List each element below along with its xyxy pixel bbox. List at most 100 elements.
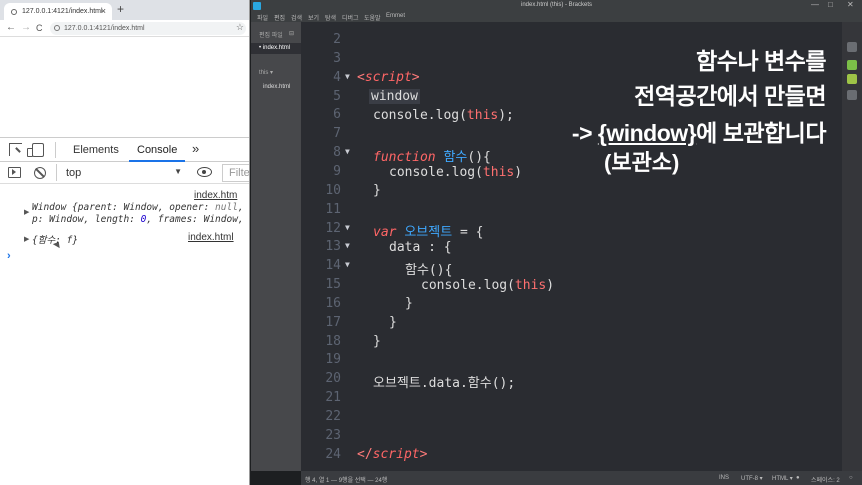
gutter-line: 22: [301, 409, 842, 428]
info-icon[interactable]: [54, 25, 60, 31]
sidebar: 편집 파일 ⊟ • index.html this ▾ index.html: [251, 22, 301, 471]
console-prompt[interactable]: ›: [7, 250, 11, 262]
divider: [55, 142, 56, 158]
tab-title: 127.0.0.1:4121/index.html: [22, 8, 103, 15]
menu-file[interactable]: 파일: [257, 13, 268, 22]
screen: 127.0.0.1:4121/index.html × + ← → C 127.…: [0, 0, 862, 485]
line-number: 21: [325, 390, 341, 406]
live-expression-eye-icon[interactable]: [197, 167, 212, 177]
console-output: index.htm ▶ Window {parent: Window, open…: [0, 184, 249, 304]
source-link[interactable]: index.html: [188, 232, 234, 243]
menu-help[interactable]: 도움말: [364, 13, 381, 22]
console-log-object[interactable]: {함수: f}: [32, 232, 78, 246]
more-tabs-button[interactable]: »: [192, 141, 199, 156]
show-sidebar-icon[interactable]: [8, 167, 21, 178]
code-line-10: }: [373, 183, 381, 198]
browser-tab[interactable]: 127.0.0.1:4121/index.html ×: [4, 3, 112, 20]
line-number: 7: [333, 126, 341, 142]
console-log-window[interactable]: Window {parent: Window, opener: null,: [32, 202, 244, 213]
working-file-item[interactable]: • index.html: [251, 43, 301, 54]
code-line-24: </script>: [357, 447, 428, 462]
code-line-16: }: [405, 296, 413, 311]
context-select[interactable]: top ▼: [56, 164, 186, 181]
expand-triangle-icon[interactable]: ▶: [24, 208, 29, 216]
minimize-button[interactable]: —: [811, 0, 819, 9]
new-tab-button[interactable]: +: [117, 2, 124, 16]
split-view-icon[interactable]: ⊟: [289, 30, 294, 37]
filter-input[interactable]: Filte: [222, 164, 249, 182]
line-number: 11: [325, 201, 341, 217]
devtools-tabbar: Elements Console »: [0, 138, 249, 162]
cursor-position: 행 4, 열 1 — 9행을 선택 — 24행: [305, 478, 388, 484]
project-file-item[interactable]: index.html: [263, 84, 290, 90]
forward-icon[interactable]: →: [21, 22, 31, 33]
overlay-line-4: (보관소): [604, 150, 680, 175]
line-number: 2: [333, 32, 341, 47]
working-files-label: 편집 파일: [259, 33, 283, 39]
extension-manager-icon[interactable]: [847, 60, 857, 70]
code-line-17: }: [389, 315, 397, 330]
code-line-8: function 함수(){: [373, 150, 491, 165]
insert-mode[interactable]: INS: [719, 475, 729, 481]
indent-setting[interactable]: 스페이스: 2: [811, 475, 840, 484]
overlay-line-3: -> {window}에 보관합니다: [571, 120, 827, 146]
globe-icon: [11, 9, 17, 15]
gutter-line: 23: [301, 428, 842, 447]
caret-down-icon: ▼: [174, 167, 182, 176]
console-log-window-cont: p: Window, length: 0, frames: Window,: [32, 214, 244, 225]
encoding-select[interactable]: UTF-8 ▾: [741, 475, 763, 482]
menu-navigate[interactable]: 탐색: [325, 13, 336, 22]
code-line-18: }: [373, 334, 381, 349]
gutter-line: 19: [301, 352, 842, 371]
menu-edit[interactable]: 편집: [274, 13, 285, 22]
status-bar: 행 4, 열 1 — 9행을 선택 — 24행 INS UTF-8 ▾ HTML…: [301, 471, 862, 485]
menu-debug[interactable]: 디버그: [342, 13, 359, 22]
close-tab-icon[interactable]: ×: [101, 6, 106, 16]
devtools-panel: Elements Console » top ▼ Filte index.htm…: [0, 137, 249, 485]
title-bar: index.html (this) - Brackets — □ ✕: [251, 0, 862, 12]
browser-toolbar: ← → C 127.0.0.1:4121/index.html ☆: [0, 20, 249, 37]
bookmark-star-icon[interactable]: ☆: [236, 22, 244, 33]
back-icon[interactable]: ←: [6, 22, 16, 33]
inspect-element-icon[interactable]: [9, 143, 22, 156]
overlay-line-1: 함수나 변수를: [696, 48, 826, 74]
browser-window: 127.0.0.1:4121/index.html × + ← → C 127.…: [0, 0, 250, 485]
line-number: 3: [333, 50, 341, 66]
project-dropdown[interactable]: this ▾: [259, 69, 273, 76]
lint-status-icon: ●: [796, 475, 800, 481]
gutter-line: 11: [301, 202, 842, 221]
extension-icon[interactable]: [847, 74, 857, 84]
tool-icon[interactable]: [847, 90, 857, 100]
code-line-15: console.log(this): [421, 278, 555, 293]
live-preview-icon[interactable]: [847, 42, 857, 52]
window-title: index.html (this) - Brackets: [520, 2, 593, 8]
code-line-14: 함수(){: [405, 263, 453, 278]
menu-bar: 파일 편집 검색 보기 탐색 디버그 도움말 Emmet: [251, 12, 862, 22]
tab-elements[interactable]: Elements: [73, 144, 119, 156]
code-line-12: var 오브젝트 = {: [373, 225, 484, 240]
line-number: 19: [325, 352, 341, 368]
line-number: 22: [325, 409, 341, 424]
language-select[interactable]: HTML ▾: [772, 475, 793, 482]
right-toolbar: [842, 22, 862, 471]
menu-view[interactable]: 보기: [308, 13, 319, 22]
code-line-9: console.log(this): [389, 165, 523, 180]
code-line-20: 오브젝트.data.함수();: [373, 376, 516, 391]
reload-icon[interactable]: C: [36, 23, 43, 33]
console-toolbar: top ▼ Filte: [0, 162, 249, 184]
line-number: 23: [325, 427, 341, 443]
clear-console-icon[interactable]: [34, 167, 46, 179]
gutter-line: 21: [301, 390, 842, 409]
address-bar[interactable]: 127.0.0.1:4121/index.html ☆: [50, 22, 246, 35]
tab-console[interactable]: Console: [128, 144, 186, 162]
expand-triangle-icon[interactable]: ▶: [24, 235, 29, 243]
menu-find[interactable]: 검색: [291, 13, 302, 22]
menu-emmet[interactable]: Emmet: [386, 13, 405, 19]
maximize-button[interactable]: □: [828, 0, 833, 9]
code-line-13: data : {: [389, 240, 452, 255]
url-text: 127.0.0.1:4121/index.html: [64, 25, 145, 32]
device-toolbar-icon[interactable]: [27, 143, 44, 157]
close-button[interactable]: ✕: [847, 0, 854, 9]
overlay-line-2: 전역공간에서 만들면: [634, 83, 826, 109]
source-link[interactable]: index.htm: [194, 190, 237, 201]
